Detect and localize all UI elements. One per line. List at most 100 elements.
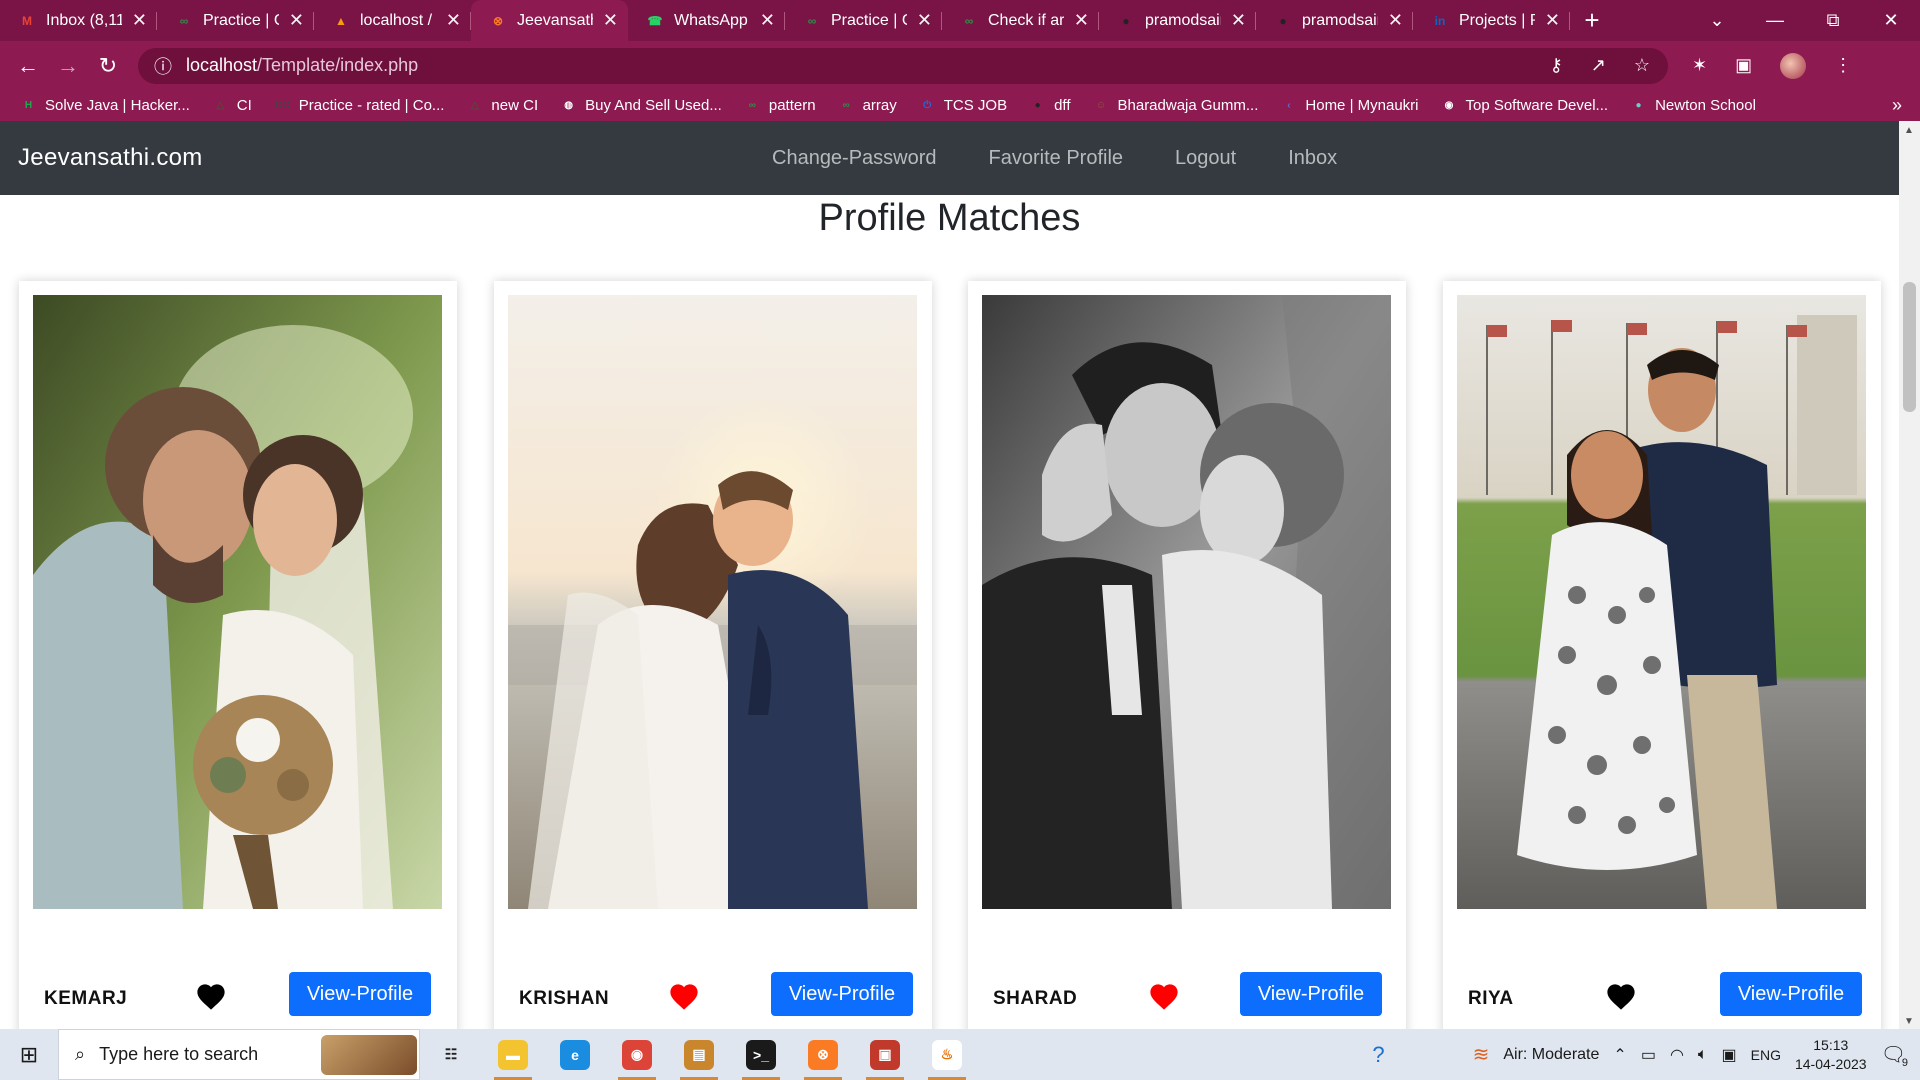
- bookmark-item[interactable]: ‹ Home | Mynaukri: [1280, 97, 1418, 114]
- notifications-icon[interactable]: 🗨︎ 9: [1881, 1042, 1910, 1069]
- bookmark-item[interactable]: △ CI: [212, 97, 251, 114]
- nav-logout[interactable]: Logout: [1175, 147, 1236, 170]
- nav-favorite-profile[interactable]: Favorite Profile: [989, 147, 1124, 170]
- phpmyadmin-icon: ▲: [335, 13, 347, 28]
- new-tab-button[interactable]: +: [1570, 0, 1614, 41]
- close-tab-icon[interactable]: ✕: [289, 10, 304, 31]
- taskbar-app[interactable]: e: [544, 1029, 606, 1080]
- forward-icon[interactable]: →: [48, 53, 88, 79]
- bookmark-item[interactable]: ☺ Bharadwaja Gumm...: [1093, 97, 1259, 114]
- taskbar-clock[interactable]: 15:13 14-04-2023: [1795, 1036, 1867, 1074]
- favorite-heart-icon[interactable]: [1147, 981, 1181, 1011]
- bookmark-item[interactable]: ∞ pattern: [744, 97, 816, 114]
- site-info-icon[interactable]: ⓘ: [154, 53, 172, 79]
- bookmark-item[interactable]: CC Practice - rated | Co...: [274, 97, 444, 114]
- edge-icon: e: [560, 1039, 590, 1070]
- nav-change-password[interactable]: Change-Password: [772, 147, 937, 170]
- close-tab-icon[interactable]: ✕: [603, 10, 618, 31]
- windows-start-icon[interactable]: ⊞: [0, 1042, 58, 1068]
- browser-tab[interactable]: ∞ Practice | Gr ✕: [157, 0, 314, 41]
- show-hidden-icons-icon[interactable]: ⌃: [1613, 1045, 1626, 1065]
- tab-title: Projects | Pr: [1459, 11, 1535, 29]
- browser-tab[interactable]: ▲ localhost / ✕: [314, 0, 471, 41]
- favorite-heart-icon[interactable]: [194, 981, 228, 1011]
- close-tab-icon[interactable]: ✕: [917, 10, 932, 31]
- scroll-down-arrow-icon[interactable]: ▼: [1904, 1016, 1914, 1027]
- nav-inbox[interactable]: Inbox: [1288, 147, 1337, 170]
- tab-title: pramodsair: [1302, 11, 1378, 29]
- bookmarks-overflow-icon[interactable]: »: [1892, 95, 1902, 116]
- view-profile-button[interactable]: View-Profile: [771, 972, 913, 1016]
- back-icon[interactable]: ←: [8, 53, 48, 79]
- favorite-heart-icon[interactable]: [667, 981, 701, 1011]
- bookmark-item[interactable]: ∞ array: [838, 97, 896, 114]
- browser-tab[interactable]: ● pramodsair ✕: [1256, 0, 1413, 41]
- taskbar-app[interactable]: ⊗: [792, 1029, 854, 1080]
- taskbar-app[interactable]: ▤: [668, 1029, 730, 1080]
- profile-photo: [508, 295, 917, 909]
- bookmark-item[interactable]: ◍ Buy And Sell Used...: [560, 97, 722, 114]
- bookmark-star-icon[interactable]: ☆: [1634, 55, 1650, 76]
- volume-icon[interactable]: 🔈︎: [1698, 1046, 1708, 1064]
- bookmark-item[interactable]: ● dff: [1029, 97, 1071, 114]
- close-tab-icon[interactable]: ✕: [1545, 10, 1560, 31]
- browser-tab[interactable]: in Projects | Pr ✕: [1413, 0, 1570, 41]
- browser-menu-icon[interactable]: ⋮: [1834, 55, 1852, 76]
- side-panel-icon[interactable]: ▣: [1735, 55, 1752, 76]
- wifi-icon[interactable]: ◠: [1670, 1045, 1684, 1065]
- taskbar-app[interactable]: ♨: [916, 1029, 978, 1080]
- url-bar[interactable]: ⓘ localhost/Template/index.php ⚷ ↗ ☆: [138, 47, 1668, 84]
- browser-tab[interactable]: ● pramodsair ✕: [1099, 0, 1256, 41]
- taskbar-app[interactable]: >_: [730, 1029, 792, 1080]
- browser-tab[interactable]: ∞ Check if arr ✕: [942, 0, 1099, 41]
- bookmark-item[interactable]: ● Newton School: [1630, 97, 1756, 114]
- profile-photo: [1457, 295, 1866, 909]
- view-profile-button[interactable]: View-Profile: [1240, 972, 1382, 1016]
- gfg-icon: ∞: [964, 13, 974, 28]
- browser-tab[interactable]: M Inbox (8,11 ✕: [0, 0, 157, 41]
- help-icon[interactable]: ?: [1372, 1042, 1384, 1068]
- notepad-plus-icon: ▤: [684, 1039, 714, 1070]
- scroll-up-arrow-icon[interactable]: ▲: [1904, 125, 1914, 136]
- profile-card: RIYA View-Profile: [1443, 281, 1881, 1029]
- browser-tab[interactable]: ☎ WhatsApp ✕: [628, 0, 785, 41]
- taskbar-app[interactable]: ▣: [854, 1029, 916, 1080]
- close-tab-icon[interactable]: ✕: [1388, 10, 1403, 31]
- close-tab-icon[interactable]: ✕: [760, 10, 775, 31]
- view-profile-button[interactable]: View-Profile: [289, 972, 431, 1016]
- taskbar-app[interactable]: ▬: [482, 1029, 544, 1080]
- close-window-button[interactable]: ✕: [1862, 0, 1920, 41]
- browser-tab[interactable]: ⊗ Jeevansathi ✕: [471, 0, 628, 41]
- taskbar-app[interactable]: ☷: [420, 1029, 482, 1080]
- password-key-icon[interactable]: ⚷: [1550, 55, 1563, 76]
- view-profile-button[interactable]: View-Profile: [1720, 972, 1862, 1016]
- bookmark-item[interactable]: ◉ Top Software Devel...: [1440, 97, 1608, 114]
- site-brand[interactable]: Jeevansathi.com: [18, 144, 203, 172]
- address-toolbar: ← → ↻ ⓘ localhost/Template/index.php ⚷ ↗…: [0, 41, 1920, 90]
- minimize-button[interactable]: —: [1746, 0, 1804, 41]
- restore-button[interactable]: ⧉: [1804, 0, 1862, 41]
- page-scrollbar[interactable]: ▲ ▼: [1899, 121, 1920, 1029]
- battery-icon[interactable]: ▭: [1641, 1045, 1656, 1065]
- air-quality-text[interactable]: Air: Moderate: [1503, 1046, 1599, 1064]
- scrollbar-thumb[interactable]: [1903, 282, 1916, 412]
- reload-icon[interactable]: ↻: [88, 53, 128, 79]
- favorite-heart-icon[interactable]: [1604, 981, 1638, 1011]
- taskbar-search-box[interactable]: ⌕ Type here to search: [58, 1029, 420, 1080]
- bookmark-item[interactable]: △ new CI: [466, 97, 538, 114]
- extensions-icon[interactable]: ✶: [1692, 55, 1707, 76]
- close-tab-icon[interactable]: ✕: [132, 10, 147, 31]
- close-tab-icon[interactable]: ✕: [1231, 10, 1246, 31]
- close-tab-icon[interactable]: ✕: [1074, 10, 1089, 31]
- close-tab-icon[interactable]: ✕: [446, 10, 461, 31]
- browser-tab[interactable]: ∞ Practice | Gr ✕: [785, 0, 942, 41]
- tab-search-icon[interactable]: ⌄: [1688, 0, 1746, 41]
- taskbar-app[interactable]: ◉: [606, 1029, 668, 1080]
- profile-avatar[interactable]: [1780, 52, 1807, 79]
- share-icon[interactable]: ↗: [1591, 55, 1606, 76]
- language-indicator[interactable]: ENG: [1751, 1047, 1781, 1063]
- bookmark-item[interactable]: H Solve Java | Hacker...: [20, 97, 190, 114]
- taskbar-apps: ☷ ▬ e ◉ ▤ >_ ⊗ ▣ ♨: [420, 1029, 978, 1080]
- display-icon[interactable]: ▣: [1722, 1045, 1737, 1065]
- bookmark-item[interactable]: ⏻ TCS JOB: [919, 97, 1007, 114]
